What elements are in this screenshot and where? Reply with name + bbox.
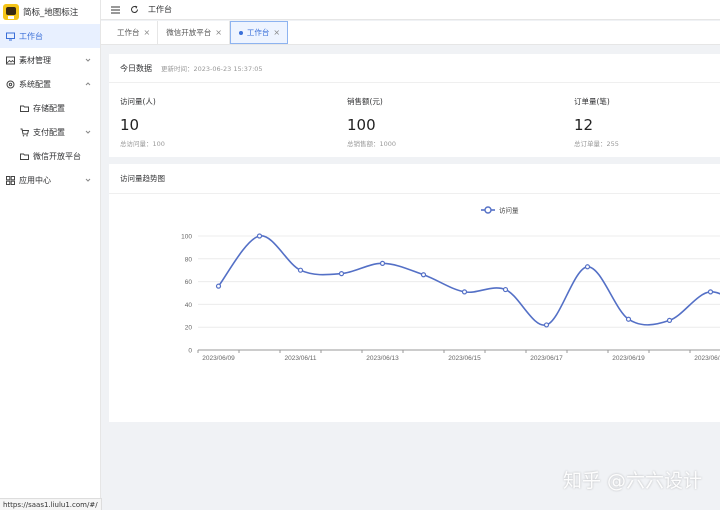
x-tick-label: 2023/06/19 bbox=[612, 355, 645, 362]
chevron-down-icon bbox=[85, 130, 91, 134]
y-tick-label: 20 bbox=[185, 325, 193, 332]
data-point bbox=[379, 260, 386, 266]
grid-icon bbox=[6, 175, 15, 185]
stat-value: 10 bbox=[120, 116, 140, 134]
cart-icon bbox=[20, 128, 29, 137]
x-tick-label: 2023/06/13 bbox=[366, 355, 399, 362]
y-tick-label: 0 bbox=[188, 348, 192, 355]
y-tick-label: 80 bbox=[185, 256, 193, 263]
x-tick-label: 2023/06/09 bbox=[202, 355, 235, 362]
sidebar: 简标_地图标注 工作台 素材管理 系统配置 存储配置 支付配置 微信开放平台 应… bbox=[0, 0, 101, 510]
sidebar-item-label: 应用中心 bbox=[19, 175, 51, 185]
stat-label: 销售额(元) bbox=[347, 97, 383, 106]
folder-icon bbox=[20, 104, 29, 113]
x-tick-label: 2023/06/21 bbox=[694, 355, 720, 362]
data-point bbox=[625, 316, 632, 322]
stat-label: 订单量(笔) bbox=[574, 97, 610, 106]
chevron-down-icon bbox=[85, 178, 91, 182]
y-tick-label: 100 bbox=[181, 234, 192, 241]
top-navbar: 工作台 bbox=[101, 0, 720, 20]
chevron-up-icon bbox=[85, 82, 91, 86]
stat-value: 12 bbox=[574, 116, 594, 134]
stat-total: 总销售额：1000 bbox=[347, 140, 397, 148]
close-icon[interactable]: × bbox=[144, 28, 151, 37]
stat-sales: 销售额(元) 100 总销售额：1000 bbox=[347, 96, 396, 148]
stat-total: 总订单量：255 bbox=[574, 140, 619, 148]
sidebar-item-label: 工作台 bbox=[19, 31, 43, 41]
folder-icon bbox=[20, 152, 29, 161]
legend-marker-icon bbox=[484, 206, 492, 214]
sidebar-item-app-center[interactable]: 应用中心 bbox=[0, 168, 100, 192]
app-logo bbox=[3, 4, 19, 20]
x-tick-label: 2023/06/11 bbox=[284, 355, 316, 362]
hamburger-icon[interactable] bbox=[110, 5, 120, 15]
sidebar-item-materials[interactable]: 素材管理 bbox=[0, 48, 100, 72]
today-data-title: 今日数据 bbox=[120, 63, 152, 73]
data-point bbox=[461, 289, 468, 295]
x-tick-label: 2023/06/15 bbox=[448, 355, 481, 362]
series-line bbox=[217, 235, 720, 326]
data-point bbox=[297, 267, 304, 273]
data-point bbox=[666, 317, 673, 323]
visits-line-chart: 0 20 40 60 80 100 2023/06/09 2023/06/11 2023/06/… bbox=[181, 206, 720, 362]
sidebar-item-label: 系统配置 bbox=[19, 79, 51, 89]
tab-workbench[interactable]: 工作台 × bbox=[109, 21, 159, 44]
trend-title: 访问量趋势图 bbox=[109, 164, 720, 194]
status-url: https://saas1.liulu1.com/#/ bbox=[0, 498, 102, 510]
app-title: 简标_地图标注 bbox=[23, 8, 79, 18]
data-point bbox=[215, 283, 222, 289]
stat-value: 100 bbox=[347, 116, 376, 134]
y-tick-label: 40 bbox=[185, 302, 193, 309]
sidebar-item-storage-config[interactable]: 存储配置 bbox=[0, 96, 100, 120]
stat-visits: 访问量(人) 10 总访问量：100 bbox=[120, 96, 165, 148]
data-point bbox=[256, 233, 263, 239]
x-tick-label: 2023/06/17 bbox=[530, 355, 563, 362]
tab-wechat-open-platform[interactable]: 微信开放平台 × bbox=[158, 21, 230, 44]
image-icon bbox=[6, 56, 15, 65]
app-header: 简标_地图标注 bbox=[0, 0, 100, 24]
sidebar-item-label: 存储配置 bbox=[33, 103, 65, 113]
breadcrumb[interactable]: 工作台 bbox=[148, 4, 172, 15]
sidebar-item-label: 素材管理 bbox=[19, 55, 51, 65]
sidebar-item-payment-config[interactable]: 支付配置 bbox=[0, 120, 100, 144]
stat-label: 访问量(人) bbox=[120, 97, 156, 106]
stat-total: 总访问量：100 bbox=[120, 140, 165, 148]
data-point bbox=[707, 289, 714, 295]
today-data-card: 今日数据 更新时间：2023-06-23 15:37:05 访问量(人) 10 … bbox=[109, 54, 720, 157]
active-dot-icon bbox=[238, 30, 243, 35]
data-point bbox=[543, 322, 550, 328]
chevron-down-icon bbox=[85, 58, 91, 62]
y-tick-label: 60 bbox=[185, 279, 193, 286]
data-point bbox=[502, 286, 509, 293]
tab-bar: 工作台 × 微信开放平台 × 工作台 × bbox=[101, 21, 720, 45]
sidebar-item-workbench[interactable]: 工作台 bbox=[0, 24, 100, 48]
sidebar-item-label: 支付配置 bbox=[33, 127, 65, 137]
tab-label: 微信开放平台 bbox=[166, 28, 212, 37]
refresh-icon[interactable] bbox=[129, 5, 139, 15]
stat-orders: 订单量(笔) 12 总订单量：255 bbox=[574, 96, 619, 148]
data-point bbox=[584, 264, 591, 270]
close-icon[interactable]: × bbox=[215, 28, 222, 37]
data-point bbox=[338, 271, 345, 277]
watermark: 知乎 @六六设计 bbox=[562, 470, 702, 492]
update-time: 更新时间：2023-06-23 15:37:05 bbox=[161, 65, 263, 73]
monitor-icon bbox=[6, 32, 15, 41]
legend-label: 访问量 bbox=[499, 206, 519, 215]
sidebar-item-system-config[interactable]: 系统配置 bbox=[0, 72, 100, 96]
tab-label: 工作台 bbox=[117, 28, 140, 37]
gear-icon bbox=[6, 80, 15, 89]
tab-label: 工作台 bbox=[246, 28, 270, 37]
sidebar-item-label: 微信开放平台 bbox=[33, 151, 81, 161]
data-point bbox=[420, 272, 427, 278]
sidebar-item-wechat-open-platform[interactable]: 微信开放平台 bbox=[0, 144, 100, 168]
tab-workbench-active[interactable]: 工作台 × bbox=[229, 21, 289, 44]
visits-trend-card: 访问量趋势图 0 20 40 60 80 100 2023/06/09 2023/06/11 2… bbox=[109, 164, 720, 422]
close-icon[interactable]: × bbox=[273, 28, 280, 37]
today-data-header: 今日数据 更新时间：2023-06-23 15:37:05 bbox=[109, 54, 720, 83]
